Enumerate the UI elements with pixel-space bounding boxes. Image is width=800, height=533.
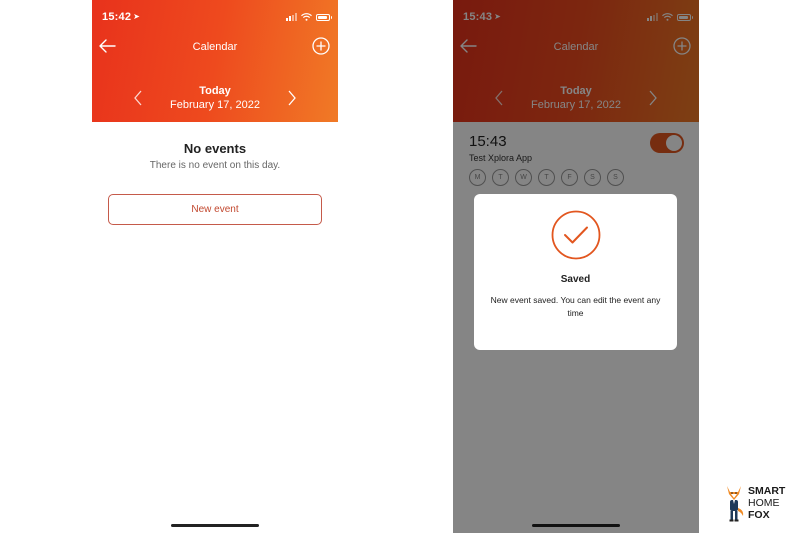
home-indicator[interactable]: [171, 524, 259, 527]
location-arrow-icon: ➤: [133, 12, 141, 21]
status-icons: [286, 12, 332, 22]
nav-title: Calendar: [192, 41, 238, 53]
calendar-header: 15:42 ➤ Calendar Today February 17, 2022: [92, 0, 338, 122]
brand-line: SMART: [748, 485, 786, 497]
dialog-title: Saved: [560, 274, 591, 285]
date-full-label: February 17, 2022: [170, 99, 260, 111]
wifi-icon: [301, 13, 312, 21]
new-event-button[interactable]: New event: [108, 194, 322, 225]
cellular-signal-icon: [286, 13, 297, 21]
phone-screen-calendar-empty: 15:42 ➤ Calendar Today February 17, 2022…: [92, 0, 338, 533]
empty-state-subtitle: There is no event on this day.: [149, 160, 281, 171]
plus-circle-icon[interactable]: [312, 37, 330, 55]
brand-wordmark: SMART HOME FOX: [748, 485, 785, 521]
chevron-right-icon[interactable]: [286, 90, 298, 106]
brand-logo: SMART HOME FOX: [722, 482, 794, 526]
dialog-message: New event saved. You can edit the event …: [490, 295, 661, 318]
brand-line: HOME: [748, 497, 780, 509]
phone-screen-event-saved: 15:43 ➤ Calendar Today February 17, 2022…: [453, 0, 699, 533]
status-time: 15:42: [102, 11, 132, 23]
date-today-label: Today: [199, 85, 231, 97]
saved-dialog: Saved New event saved. You can edit the …: [474, 194, 677, 350]
battery-icon: [316, 13, 332, 21]
brand-line: FOX: [748, 509, 770, 521]
fox-mascot-icon: [727, 486, 744, 522]
empty-state-title: No events: [183, 141, 247, 156]
status-bar: 15:42 ➤: [92, 0, 338, 34]
check-circle-icon: [551, 210, 601, 260]
